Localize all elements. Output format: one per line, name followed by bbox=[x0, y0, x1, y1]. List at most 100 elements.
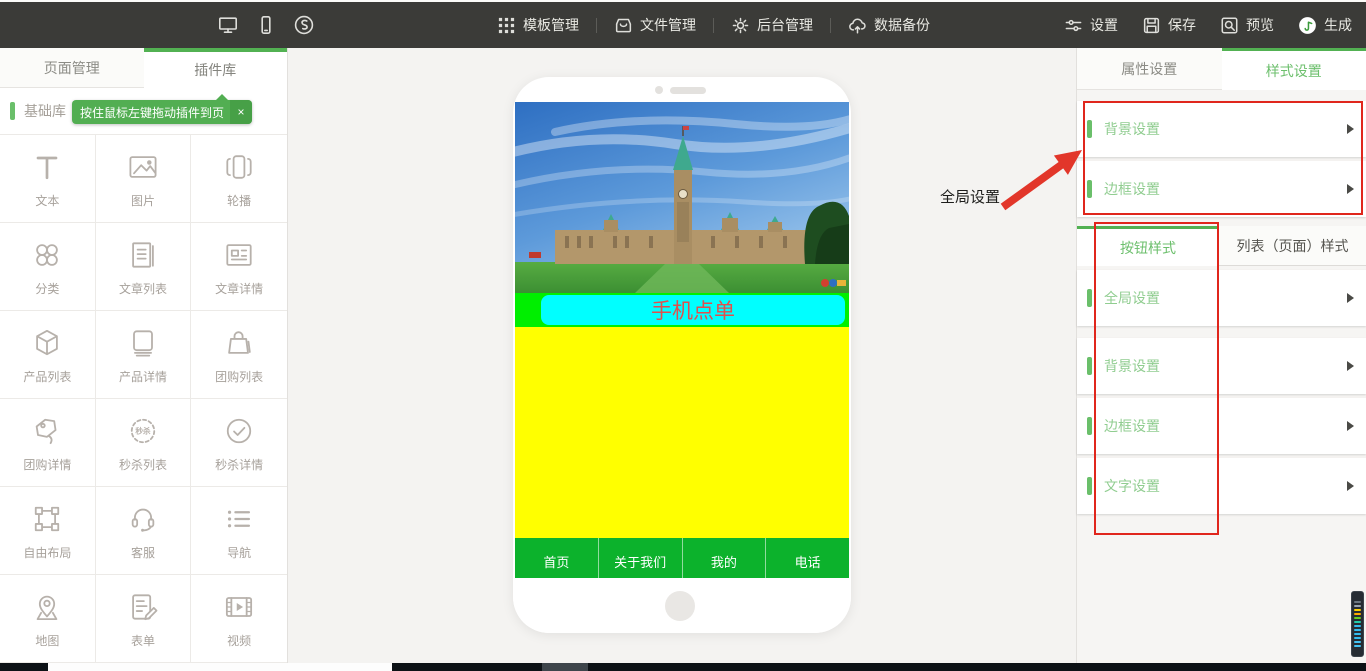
plugin-label: 导航 bbox=[227, 544, 251, 561]
plugin-seckill-list[interactable]: 秒杀秒杀列表 bbox=[96, 399, 192, 487]
settings-tab-属性设置[interactable]: 属性设置 bbox=[1077, 48, 1222, 90]
toolbar-action-sliders[interactable]: 设置 bbox=[1064, 15, 1118, 35]
settings-tab-样式设置[interactable]: 样式设置 bbox=[1222, 48, 1366, 90]
toolbar-action-preview[interactable]: 预览 bbox=[1220, 15, 1274, 35]
widget-dash bbox=[1354, 617, 1361, 619]
plugin-label: 文章详情 bbox=[215, 280, 263, 297]
plugin-label: 文章列表 bbox=[119, 280, 167, 297]
toolbar-action-label: 生成 bbox=[1324, 15, 1352, 35]
phone-nav-item[interactable]: 我的 bbox=[683, 538, 767, 578]
grid-apps-icon bbox=[497, 16, 516, 35]
toolbar-action-save[interactable]: 保存 bbox=[1142, 15, 1196, 35]
file-manage-icon bbox=[614, 16, 633, 35]
button-section-row[interactable]: 文字设置 bbox=[1077, 458, 1366, 514]
plugin-groupbuy-list[interactable]: 团购列表 bbox=[191, 311, 287, 399]
plugin-category[interactable]: 分类 bbox=[0, 223, 96, 311]
style-section-row[interactable]: 边框设置 bbox=[1077, 161, 1366, 217]
plugin-product-list[interactable]: 产品列表 bbox=[0, 311, 96, 399]
widget-dash bbox=[1354, 645, 1361, 647]
button-section-row[interactable]: 全局设置 bbox=[1077, 270, 1366, 326]
toolbar-menu-gear[interactable]: 后台管理 bbox=[731, 15, 813, 35]
phone-nav-item[interactable]: 电话 bbox=[766, 538, 849, 578]
sidebar-tab-页面管理[interactable]: 页面管理 bbox=[0, 48, 144, 88]
plugin-label: 地图 bbox=[35, 632, 59, 649]
plugin-image[interactable]: 图片 bbox=[96, 135, 192, 223]
plugin-product-detail[interactable]: 产品详情 bbox=[96, 311, 192, 399]
desktop-monitor-button[interactable] bbox=[218, 15, 238, 35]
phone-nav-item[interactable]: 首页 bbox=[515, 538, 599, 578]
style-sub-tab-按钮样式[interactable]: 按钮样式 bbox=[1077, 226, 1219, 266]
chevron-right-icon bbox=[1347, 361, 1354, 371]
widget-dash bbox=[1354, 641, 1361, 643]
plugin-free-layout[interactable]: 自由布局 bbox=[0, 487, 96, 575]
link-circle-button[interactable] bbox=[294, 15, 314, 35]
annotation-label: 全局设置 bbox=[940, 186, 1000, 207]
toolbar-action-generate[interactable]: 生成 bbox=[1298, 15, 1352, 35]
section-label: 文字设置 bbox=[1104, 476, 1160, 496]
seckill-detail-icon bbox=[221, 413, 257, 449]
toolbar-menu-cloud-upload[interactable]: 数据备份 bbox=[848, 15, 930, 35]
sidebar-tabs: 页面管理插件库 bbox=[0, 48, 287, 88]
green-marker-bar bbox=[1087, 477, 1092, 495]
style-sub-tab-列表（页面）样式[interactable]: 列表（页面）样式 bbox=[1219, 226, 1366, 266]
phone-mockup: 手机点单 首页关于我们我的电话 bbox=[513, 77, 851, 633]
editor-canvas[interactable]: 手机点单 首页关于我们我的电话 bbox=[288, 48, 1076, 663]
menu-separator bbox=[596, 18, 597, 33]
green-marker-bar bbox=[10, 102, 15, 120]
seckill-list-icon: 秒杀 bbox=[125, 413, 161, 449]
browser-extension-widget[interactable] bbox=[1351, 591, 1364, 657]
mobile-phone-button[interactable] bbox=[256, 15, 276, 35]
chevron-right-icon bbox=[1347, 184, 1354, 194]
plugin-groupbuy-detail[interactable]: 团购详情 bbox=[0, 399, 96, 487]
plugin-seckill-detail[interactable]: 秒杀详情 bbox=[191, 399, 287, 487]
phone-home-button bbox=[665, 591, 695, 621]
toolbar-menu-grid-apps[interactable]: 模板管理 bbox=[497, 15, 579, 35]
nav-list-icon bbox=[221, 501, 257, 537]
phone-title-button[interactable]: 手机点单 bbox=[541, 295, 845, 325]
green-marker-bar bbox=[1087, 417, 1092, 435]
phone-screen: 手机点单 首页关于我们我的电话 bbox=[515, 102, 849, 578]
green-marker-bar bbox=[1087, 357, 1092, 375]
widget-dash bbox=[1354, 621, 1361, 623]
category-icon bbox=[29, 237, 65, 273]
sidebar-tab-插件库[interactable]: 插件库 bbox=[144, 48, 288, 88]
plugin-article-list[interactable]: 文章列表 bbox=[96, 223, 192, 311]
plugin-map-pin[interactable]: 地图 bbox=[0, 575, 96, 663]
widget-dash bbox=[1354, 605, 1361, 607]
style-section-row[interactable]: 背景设置 bbox=[1077, 101, 1366, 157]
toolbar-menu-label: 后台管理 bbox=[757, 15, 813, 35]
plugin-label: 客服 bbox=[131, 544, 155, 561]
green-marker-bar bbox=[1087, 180, 1092, 198]
button-style-sections: 全局设置背景设置边框设置文字设置 bbox=[1077, 266, 1366, 514]
menu-separator bbox=[713, 18, 714, 33]
plugin-service[interactable]: 客服 bbox=[96, 487, 192, 575]
service-icon bbox=[125, 501, 161, 537]
plugin-nav-list[interactable]: 导航 bbox=[191, 487, 287, 575]
section-label: 边框设置 bbox=[1104, 179, 1160, 199]
plugin-label: 视频 bbox=[227, 632, 251, 649]
button-section-row[interactable]: 边框设置 bbox=[1077, 398, 1366, 454]
plugin-text[interactable]: 文本 bbox=[0, 135, 96, 223]
phone-hero-image[interactable] bbox=[515, 102, 849, 293]
plugin-video[interactable]: 视频 bbox=[191, 575, 287, 663]
scrollbar-thumb[interactable] bbox=[48, 663, 392, 671]
groupbuy-list-icon bbox=[221, 325, 257, 361]
toolbar-menu-label: 数据备份 bbox=[874, 15, 930, 35]
plugin-label: 秒杀列表 bbox=[119, 456, 167, 473]
phone-content-area[interactable] bbox=[515, 327, 849, 538]
generate-icon bbox=[1298, 16, 1317, 35]
link-circle-icon bbox=[294, 15, 314, 35]
tooltip-close-icon[interactable]: × bbox=[230, 100, 252, 124]
plugin-form-edit[interactable]: 表单 bbox=[96, 575, 192, 663]
article-list-icon bbox=[125, 237, 161, 273]
phone-nav-item[interactable]: 关于我们 bbox=[599, 538, 683, 578]
style-sub-tabs: 按钮样式列表（页面）样式 bbox=[1077, 226, 1366, 266]
plugin-carousel[interactable]: 轮播 bbox=[191, 135, 287, 223]
gear-icon bbox=[731, 16, 750, 35]
phone-title-strip: 手机点单 bbox=[515, 293, 849, 327]
green-marker-bar bbox=[1087, 120, 1092, 138]
widget-dash bbox=[1354, 609, 1361, 611]
button-section-row[interactable]: 背景设置 bbox=[1077, 338, 1366, 394]
plugin-article-detail[interactable]: 文章详情 bbox=[191, 223, 287, 311]
toolbar-menu-file-manage[interactable]: 文件管理 bbox=[614, 15, 696, 35]
